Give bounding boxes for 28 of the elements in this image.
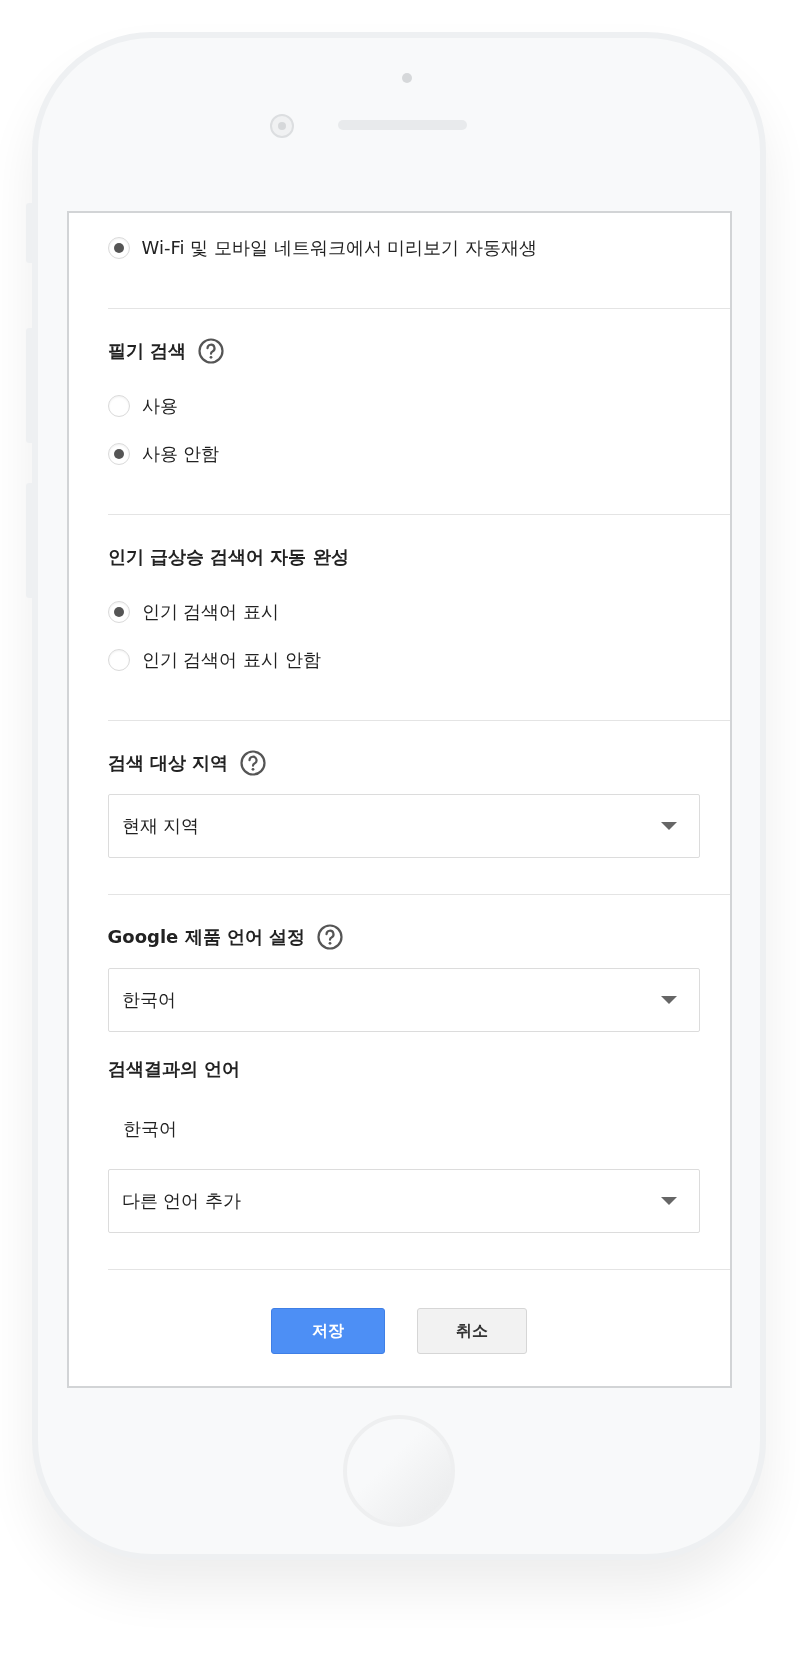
language-text: 한국어 bbox=[122, 1117, 177, 1141]
radio-button[interactable] bbox=[107, 649, 130, 671]
sensor-dot bbox=[402, 73, 412, 83]
dropdown-select[interactable]: 다른 언어 추가 bbox=[107, 1169, 700, 1233]
section-heading: 필기 검색 bbox=[107, 339, 186, 363]
dropdown-select[interactable]: 한국어 bbox=[107, 968, 700, 1032]
subheading: 검색결과의 언어 bbox=[107, 1057, 241, 1081]
caret-icon bbox=[660, 1197, 677, 1205]
section-heading: 검색 대상 지역 bbox=[107, 751, 229, 775]
caret-icon bbox=[660, 996, 677, 1004]
section-heading: Google 제품 언어 설정 bbox=[107, 925, 306, 949]
camera-icon bbox=[270, 114, 294, 138]
cancel-button[interactable]: 취소 bbox=[417, 1308, 527, 1354]
radio-label[interactable]: 인기 검색어 표시 bbox=[141, 600, 279, 624]
radio-label[interactable]: 인기 검색어 표시 안함 bbox=[141, 648, 321, 672]
help-icon[interactable] bbox=[240, 750, 267, 776]
help-icon[interactable] bbox=[317, 924, 344, 950]
radio-label[interactable]: Wi-Fi 및 모바일 네트워크에서 미리보기 자동재생 bbox=[141, 236, 538, 260]
radio-button[interactable] bbox=[107, 443, 130, 465]
radio-button[interactable] bbox=[107, 395, 130, 417]
dropdown-select[interactable]: 현재 지역 bbox=[107, 794, 700, 858]
caret-icon bbox=[660, 822, 677, 830]
radio-label[interactable]: 사용 bbox=[141, 394, 178, 418]
radio-button[interactable] bbox=[107, 601, 130, 623]
help-icon[interactable] bbox=[197, 338, 224, 364]
radio-button[interactable] bbox=[107, 237, 130, 259]
radio-label[interactable]: 사용 안함 bbox=[141, 442, 220, 466]
section-heading: 인기 급상승 검색어 자동 완성 bbox=[107, 545, 349, 569]
